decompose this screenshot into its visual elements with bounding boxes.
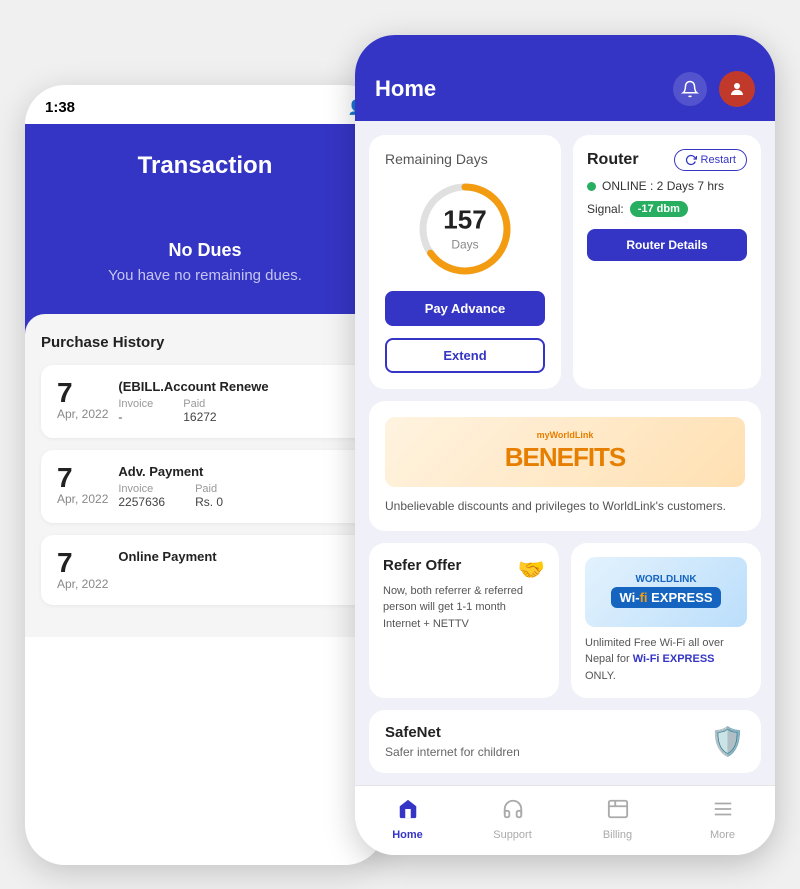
- signal-row: Signal: -17 dbm: [587, 201, 747, 217]
- router-details-button[interactable]: Router Details: [587, 229, 747, 261]
- support-icon: [502, 798, 524, 826]
- router-status: ONLINE : 2 Days 7 hrs: [587, 179, 747, 193]
- wifi-express-card: WORLDLINK Wi-fi EXPRESS Unlimited Free W…: [571, 543, 761, 699]
- right-phone: Home Remaining Days: [355, 35, 775, 855]
- benefits-description: Unbelievable discounts and privileges to…: [385, 497, 745, 515]
- online-dot: [587, 182, 596, 191]
- refer-wifi-row: Refer Offer 🤝 Now, both referrer & refer…: [369, 543, 761, 699]
- remaining-days-title: Remaining Days: [385, 151, 488, 167]
- signal-badge: -17 dbm: [630, 201, 688, 217]
- purchase-card-3: 7 Apr, 2022 Online Payment: [41, 535, 369, 605]
- router-card: Router Restart ONLINE : 2 Days 7 hrs Sig…: [573, 135, 761, 389]
- purchase-card-1: 7 Apr, 2022 (EBILL.Account Renewe Invoic…: [41, 365, 369, 438]
- safenet-description: Safer internet for children: [385, 745, 520, 759]
- nav-home[interactable]: Home: [355, 794, 460, 845]
- home-title: Home: [375, 76, 436, 102]
- benefits-logo-sub: myWorldLink: [537, 430, 594, 440]
- benefits-card: myWorldLink BENEFITS Unbelievable discou…: [369, 401, 761, 531]
- purchase-history-title: Purchase History: [41, 334, 369, 351]
- benefits-logo-area: myWorldLink BENEFITS: [385, 417, 745, 487]
- bottom-nav: Home Support Billing: [355, 785, 775, 855]
- days-number: 157: [443, 204, 486, 235]
- left-notch: [145, 85, 265, 109]
- more-icon: [712, 798, 734, 826]
- bell-icon[interactable]: [673, 72, 707, 106]
- nav-more[interactable]: More: [670, 794, 775, 845]
- nav-more-label: More: [710, 829, 735, 841]
- router-header: Router Restart: [587, 149, 747, 171]
- nav-support-label: Support: [493, 829, 532, 841]
- user-avatar[interactable]: [719, 71, 755, 107]
- transaction-header: Transaction: [25, 124, 385, 220]
- safenet-icon: 🛡️: [710, 725, 745, 758]
- benefits-logo-main: BENEFITS: [505, 442, 626, 473]
- refer-description: Now, both referrer & referred person wil…: [383, 583, 545, 633]
- safenet-title: SafeNet: [385, 724, 520, 741]
- nav-support[interactable]: Support: [460, 794, 565, 845]
- refer-title: Refer Offer: [383, 557, 461, 574]
- refer-icon: 🤝: [518, 557, 545, 583]
- billing-icon: [607, 798, 629, 826]
- nav-home-label: Home: [392, 829, 423, 841]
- purchase-card-2: 7 Apr, 2022 Adv. Payment Invoice 2257636…: [41, 450, 369, 523]
- days-circle: 157 Days: [415, 179, 515, 279]
- remaining-days-card: Remaining Days 157 Days Pay Advance Exte…: [369, 135, 561, 389]
- wifi-express-logo: WORLDLINK Wi-fi EXPRESS: [585, 557, 747, 627]
- nav-billing-label: Billing: [603, 829, 632, 841]
- time-display: 1:38: [45, 99, 75, 116]
- extend-button[interactable]: Extend: [385, 338, 545, 373]
- top-bar-icons: [673, 71, 755, 107]
- main-content: Remaining Days 157 Days Pay Advance Exte…: [355, 121, 775, 785]
- left-phone: 1:38 👤 Transaction No Dues You have no r…: [25, 85, 385, 865]
- wifi-description: Unlimited Free Wi-Fi all over Nepal for …: [585, 635, 747, 685]
- router-title: Router: [587, 151, 639, 169]
- restart-button[interactable]: Restart: [674, 149, 747, 171]
- pay-advance-button[interactable]: Pay Advance: [385, 291, 545, 326]
- refer-card: Refer Offer 🤝 Now, both referrer & refer…: [369, 543, 559, 699]
- nav-billing[interactable]: Billing: [565, 794, 670, 845]
- purchase-history-section: Purchase History 7 Apr, 2022 (EBILL.Acco…: [25, 314, 385, 637]
- home-icon: [397, 798, 419, 826]
- days-label: Days: [451, 237, 478, 251]
- top-row: Remaining Days 157 Days Pay Advance Exte…: [369, 135, 761, 389]
- right-notch: [500, 35, 630, 61]
- safenet-card: SafeNet Safer internet for children 🛡️: [369, 710, 761, 773]
